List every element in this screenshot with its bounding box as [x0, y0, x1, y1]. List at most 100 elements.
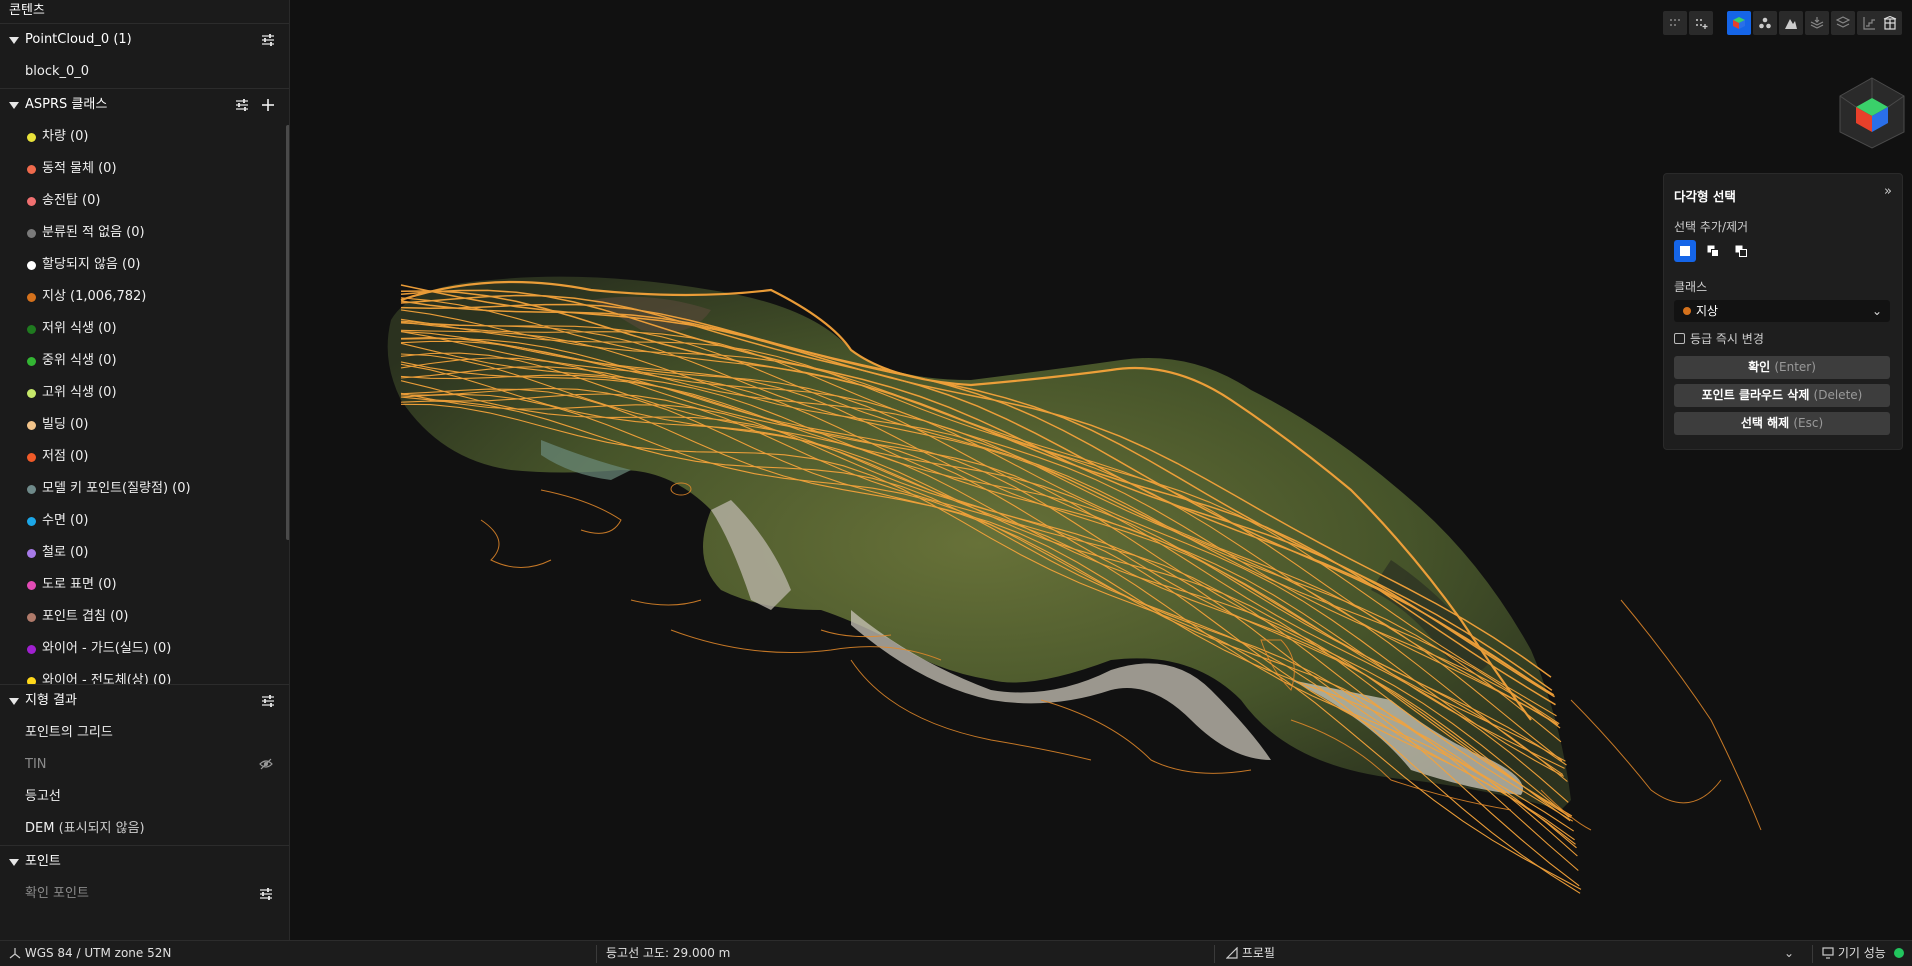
confirm-hint: (Enter)	[1774, 360, 1816, 374]
asprs-class-item[interactable]: 저점 (0)	[0, 441, 289, 473]
asprs-class-item[interactable]: 철로 (0)	[0, 537, 289, 569]
deselect-label: 선택 해제	[1740, 416, 1790, 430]
asprs-class-item[interactable]: 수면 (0)	[0, 505, 289, 537]
contour-elevation-readout: 등고선 고도: 29.000 m	[606, 946, 731, 960]
mode-add-selection-button[interactable]	[1702, 240, 1724, 262]
terrain-item-label: TIN	[25, 757, 47, 772]
add-class-icon[interactable]	[261, 98, 275, 112]
class-color-dot[interactable]	[27, 165, 36, 174]
asprs-class-item[interactable]: 빌딩 (0)	[0, 409, 289, 441]
tb-elevation-button[interactable]	[1779, 11, 1803, 35]
delete-pointcloud-button[interactable]: 포인트 클라우드 삭제 (Delete)	[1674, 384, 1890, 407]
sliders-icon[interactable]	[261, 694, 275, 708]
points-item-checkpoints[interactable]: 확인 포인트	[0, 878, 289, 910]
collapse-triangle-icon[interactable]	[9, 698, 19, 705]
asprs-class-item[interactable]: 지상 (1,006,782)	[0, 281, 289, 313]
mode-new-selection-button[interactable]	[1674, 240, 1696, 262]
asprs-class-item[interactable]: 와이어 - 가드(실드) (0)	[0, 633, 289, 665]
asprs-class-item[interactable]: 할당되지 않음 (0)	[0, 249, 289, 281]
collapse-triangle-icon[interactable]	[9, 102, 19, 109]
view-cube-icon[interactable]	[1838, 76, 1906, 150]
class-color-dot[interactable]	[27, 677, 36, 684]
eye-hidden-icon[interactable]	[259, 758, 273, 770]
section-points-header[interactable]: 포인트	[0, 846, 289, 878]
class-color-dot[interactable]	[27, 197, 36, 206]
tb-rgb-cube-button[interactable]	[1727, 11, 1751, 35]
sidebar-scrollbar[interactable]	[286, 125, 289, 540]
tb-layout-button[interactable]	[1878, 11, 1902, 35]
class-color-dot[interactable]	[27, 325, 36, 334]
class-color-dot[interactable]	[27, 517, 36, 526]
class-color-dot[interactable]	[27, 421, 36, 430]
asprs-class-item[interactable]: 차량 (0)	[0, 121, 289, 153]
class-color-dot[interactable]	[27, 293, 36, 302]
tb-class-button[interactable]	[1753, 11, 1777, 35]
terrain-item-grid[interactable]: 포인트의 그리드	[0, 717, 289, 749]
class-color-dot[interactable]	[27, 581, 36, 590]
class-color-dot[interactable]	[27, 549, 36, 558]
asprs-class-item[interactable]: 모델 키 포인트(질량점) (0)	[0, 473, 289, 505]
asprs-class-item[interactable]: 도로 표면 (0)	[0, 569, 289, 601]
device-performance-indicator[interactable]: 기기 성능	[1822, 941, 1904, 966]
class-color-dot[interactable]	[27, 261, 36, 270]
asprs-class-label: 할당되지 않음 (0)	[42, 257, 141, 272]
asprs-class-label: 지상 (1,006,782)	[42, 289, 147, 304]
asprs-class-item[interactable]: 포인트 겹침 (0)	[0, 601, 289, 633]
class-color-dot[interactable]	[27, 485, 36, 494]
mode-remove-selection-button[interactable]	[1730, 240, 1752, 262]
class-color-dot[interactable]	[27, 229, 36, 238]
instant-change-checkbox-row[interactable]: 등급 즉시 변경	[1674, 330, 1764, 347]
class-dropdown[interactable]: 지상 ⌄	[1674, 300, 1890, 322]
terrain-item-dem[interactable]: DEM (표시되지 않음)	[0, 813, 289, 845]
asprs-class-label: 송전탑 (0)	[42, 193, 101, 208]
asprs-class-item[interactable]: 송전탑 (0)	[0, 185, 289, 217]
class-color-dot[interactable]	[27, 133, 36, 142]
class-color-dot[interactable]	[27, 645, 36, 654]
asprs-class-item[interactable]: 저위 식생 (0)	[0, 313, 289, 345]
asprs-class-label: 철로 (0)	[42, 545, 89, 560]
asprs-class-list: 차량 (0) 동적 물체 (0) 송전탑 (0) 분류된 적 없음 (0) 할당되지 않…	[0, 121, 289, 684]
asprs-class-label: 저위 식생 (0)	[42, 321, 117, 336]
asprs-class-label: 동적 물체 (0)	[42, 161, 117, 176]
asprs-class-item[interactable]: 중위 식생 (0)	[0, 345, 289, 377]
section-pointcloud-header[interactable]: PointCloud_0 (1)	[0, 24, 289, 56]
asprs-class-item[interactable]: 와이어 - 전도체(상) (0)	[0, 665, 289, 684]
confirm-button[interactable]: 확인 (Enter)	[1674, 356, 1890, 379]
class-color-dot[interactable]	[27, 389, 36, 398]
asprs-class-item[interactable]: 동적 물체 (0)	[0, 153, 289, 185]
class-color-dot[interactable]	[27, 453, 36, 462]
collapse-triangle-icon[interactable]	[9, 859, 19, 866]
3d-viewport[interactable]	[291, 0, 1912, 940]
expand-panel-icon[interactable]: »	[1884, 184, 1892, 199]
terrain-item-contour[interactable]: 등고선	[0, 781, 289, 813]
tb-layer-down-button[interactable]	[1805, 11, 1829, 35]
sliders-icon[interactable]	[235, 98, 249, 112]
asprs-class-item[interactable]: 분류된 적 없음 (0)	[0, 217, 289, 249]
confirm-label: 확인	[1748, 360, 1771, 374]
class-color-dot[interactable]	[27, 357, 36, 366]
sliders-icon[interactable]	[261, 33, 275, 47]
sliders-icon[interactable]	[259, 887, 273, 901]
profile-toggle[interactable]: 프로필	[1225, 941, 1275, 966]
class-dots-icon	[1759, 17, 1771, 29]
collapse-triangle-icon[interactable]	[9, 37, 19, 44]
pointcloud-item[interactable]: block_0_0	[0, 56, 289, 88]
layers-up-icon	[1836, 16, 1850, 28]
tb-layer-up-button[interactable]	[1831, 11, 1855, 35]
chevron-down-icon[interactable]: ⌄	[1784, 941, 1794, 966]
crs-indicator[interactable]: WGS 84 / UTM zone 52N	[9, 941, 171, 966]
class-dropdown-value: 지상	[1696, 304, 1719, 318]
instant-change-checkbox[interactable]	[1674, 333, 1685, 344]
tb-points-select-button[interactable]	[1663, 11, 1687, 35]
polygon-selection-panel: 다각형 선택 » 선택 추가/제거 클래스 지상 ⌄ 등급 즉시 변경 확인 (…	[1663, 173, 1903, 450]
section-terrain-header[interactable]: 지형 결과	[0, 685, 289, 717]
axis-icon	[9, 948, 21, 959]
class-color-dot[interactable]	[27, 613, 36, 622]
asprs-class-item[interactable]: 고위 식생 (0)	[0, 377, 289, 409]
asprs-class-label: 수면 (0)	[42, 513, 89, 528]
section-asprs-header[interactable]: ASPRS 클래스	[0, 89, 289, 121]
terrain-item-label: 등고선	[25, 789, 61, 804]
tb-points-add-button[interactable]	[1689, 11, 1713, 35]
deselect-button[interactable]: 선택 해제 (Esc)	[1674, 412, 1890, 435]
terrain-item-tin[interactable]: TIN	[0, 749, 289, 781]
